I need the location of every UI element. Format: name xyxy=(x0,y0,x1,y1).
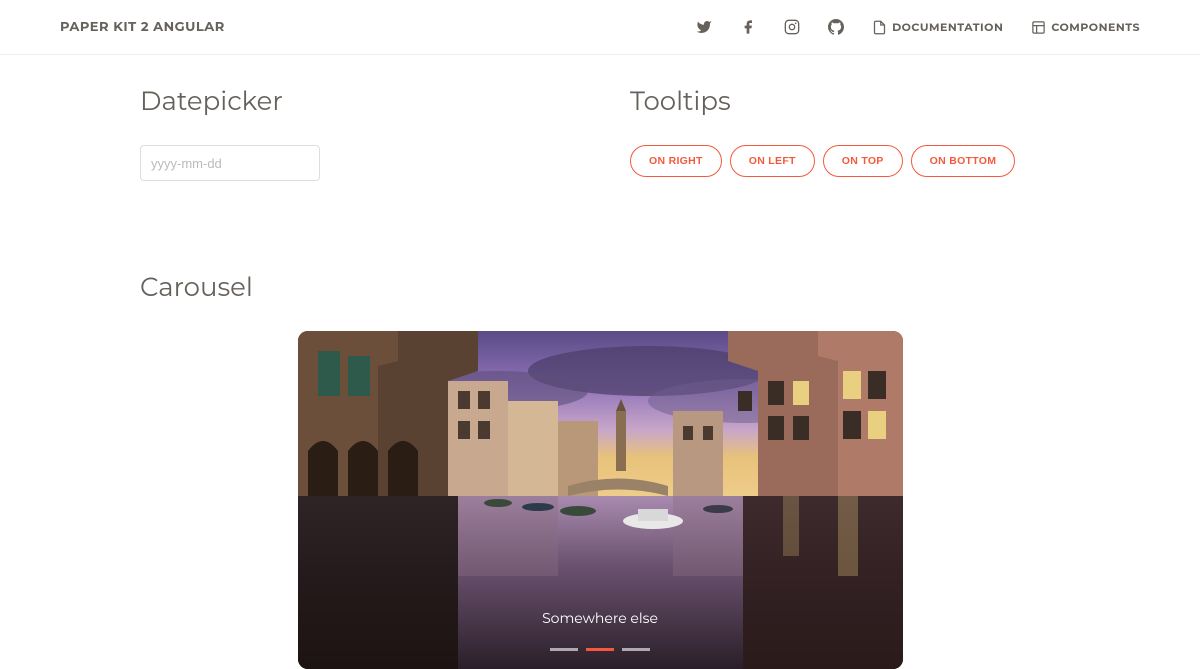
carousel-indicator-0[interactable] xyxy=(550,648,578,651)
carousel-section: Carousel xyxy=(140,271,1060,669)
tooltips-title: Tooltips xyxy=(630,85,1060,117)
components-link[interactable]: COMPONENTS xyxy=(1031,20,1140,35)
carousel-indicators xyxy=(298,648,903,651)
file-icon xyxy=(872,20,887,35)
facebook-icon[interactable] xyxy=(740,19,756,35)
layout-icon xyxy=(1031,20,1046,35)
instagram-icon[interactable] xyxy=(784,19,800,35)
carousel-title: Carousel xyxy=(140,271,1060,303)
datepicker-title: Datepicker xyxy=(140,85,570,117)
github-icon[interactable] xyxy=(828,19,844,35)
datepicker-section: Datepicker xyxy=(140,85,570,181)
navbar: PAPER KIT 2 ANGULAR DOCUMENTATION COMPON… xyxy=(0,0,1200,55)
main-container: Datepicker Tooltips ON RIGHT ON LEFT ON … xyxy=(140,55,1060,669)
tooltip-bottom-button[interactable]: ON BOTTOM xyxy=(911,145,1016,177)
documentation-label: DOCUMENTATION xyxy=(892,20,1003,34)
tooltip-left-button[interactable]: ON LEFT xyxy=(730,145,815,177)
components-label: COMPONENTS xyxy=(1051,20,1140,34)
nav-right: DOCUMENTATION COMPONENTS xyxy=(696,19,1140,35)
tooltip-right-button[interactable]: ON RIGHT xyxy=(630,145,722,177)
tooltips-section: Tooltips ON RIGHT ON LEFT ON TOP ON BOTT… xyxy=(630,85,1060,181)
carousel-indicator-2[interactable] xyxy=(622,648,650,651)
tooltip-top-button[interactable]: ON TOP xyxy=(823,145,903,177)
datepicker-input-group[interactable] xyxy=(140,145,320,181)
datepicker-input[interactable] xyxy=(151,156,327,171)
tooltip-buttons: ON RIGHT ON LEFT ON TOP ON BOTTOM xyxy=(630,145,1060,177)
row-1: Datepicker Tooltips ON RIGHT ON LEFT ON … xyxy=(140,85,1060,181)
twitter-icon[interactable] xyxy=(696,19,712,35)
carousel[interactable]: Somewhere else xyxy=(298,331,903,669)
carousel-caption: Somewhere else xyxy=(298,609,903,627)
brand[interactable]: PAPER KIT 2 ANGULAR xyxy=(60,19,225,35)
documentation-link[interactable]: DOCUMENTATION xyxy=(872,20,1003,35)
carousel-indicator-1[interactable] xyxy=(586,648,614,651)
